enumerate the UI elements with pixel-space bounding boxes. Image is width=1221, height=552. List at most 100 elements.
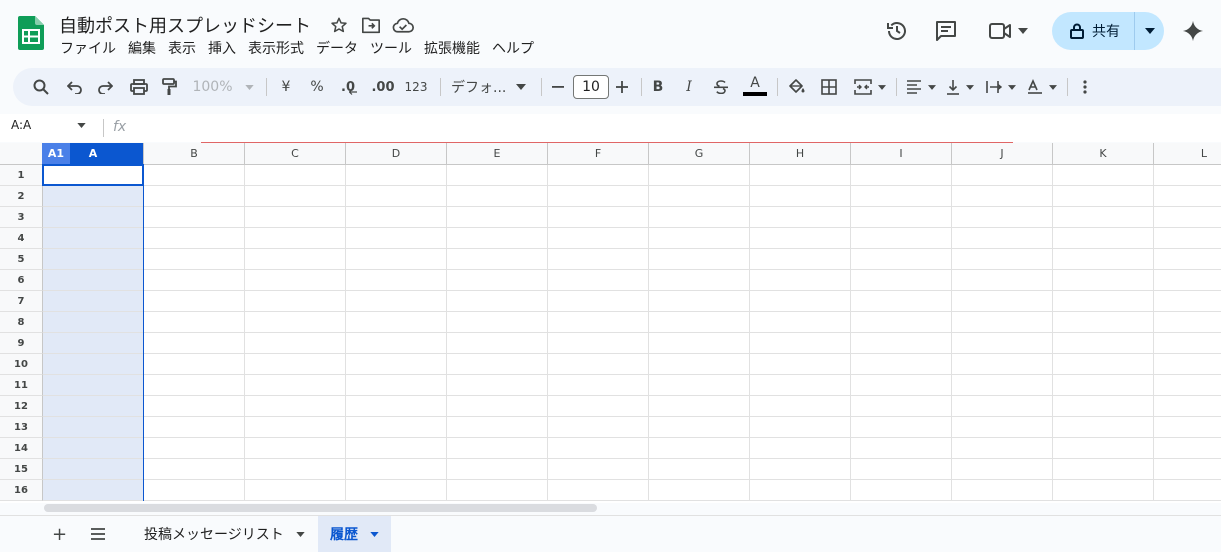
cell-f15[interactable]: [548, 459, 649, 480]
menu-help[interactable]: ヘルプ: [486, 40, 540, 58]
menu-edit[interactable]: 編集: [122, 40, 162, 58]
cell-b6[interactable]: [144, 270, 245, 291]
column-header-h[interactable]: H: [750, 143, 851, 165]
cell-e16[interactable]: [447, 480, 548, 501]
cell-f14[interactable]: [548, 438, 649, 459]
column-header-e[interactable]: E: [447, 143, 548, 165]
cell-e1[interactable]: [447, 165, 548, 186]
cell-h5[interactable]: [750, 249, 851, 270]
more-options-icon[interactable]: [1075, 68, 1095, 106]
cell-l12[interactable]: [1154, 396, 1221, 417]
cell-h12[interactable]: [750, 396, 851, 417]
cell-l14[interactable]: [1154, 438, 1221, 459]
italic-button[interactable]: I: [680, 68, 698, 106]
menu-extensions[interactable]: 拡張機能: [418, 40, 486, 58]
cell-l6[interactable]: [1154, 270, 1221, 291]
cell-k11[interactable]: [1053, 375, 1154, 396]
cell-c9[interactable]: [245, 333, 346, 354]
column-header-d[interactable]: D: [346, 143, 447, 165]
cell-h13[interactable]: [750, 417, 851, 438]
row-header-6[interactable]: 6: [0, 270, 43, 291]
cell-j8[interactable]: [952, 312, 1053, 333]
cell-c4[interactable]: [245, 228, 346, 249]
cell-e2[interactable]: [447, 186, 548, 207]
cell-j13[interactable]: [952, 417, 1053, 438]
cell-b1[interactable]: [144, 165, 245, 186]
currency-format-button[interactable]: ¥: [277, 68, 295, 106]
cell-c8[interactable]: [245, 312, 346, 333]
horizontal-scrollbar[interactable]: [44, 504, 597, 512]
cell-h4[interactable]: [750, 228, 851, 249]
cell-i6[interactable]: [851, 270, 952, 291]
cell-g8[interactable]: [649, 312, 750, 333]
cell-l15[interactable]: [1154, 459, 1221, 480]
row-header-11[interactable]: 11: [0, 375, 43, 396]
menu-file[interactable]: ファイル: [59, 40, 122, 58]
font-select[interactable]: デフォ...: [449, 68, 533, 106]
menu-view[interactable]: 表示: [162, 40, 202, 58]
cell-d1[interactable]: [346, 165, 447, 186]
cell-c2[interactable]: [245, 186, 346, 207]
paint-format-icon[interactable]: [157, 68, 181, 106]
cell-d4[interactable]: [346, 228, 447, 249]
cell-e15[interactable]: [447, 459, 548, 480]
cell-l8[interactable]: [1154, 312, 1221, 333]
cell-i16[interactable]: [851, 480, 952, 501]
cell-j4[interactable]: [952, 228, 1053, 249]
merge-cells-button[interactable]: [851, 68, 889, 106]
add-sheet-button[interactable]: +: [52, 516, 67, 552]
text-rotation-button[interactable]: [1024, 68, 1060, 106]
row-header-2[interactable]: 2: [0, 186, 43, 207]
cell-g2[interactable]: [649, 186, 750, 207]
cell-a10[interactable]: [43, 354, 144, 375]
cell-k4[interactable]: [1053, 228, 1154, 249]
cell-b15[interactable]: [144, 459, 245, 480]
cell-g7[interactable]: [649, 291, 750, 312]
cell-f3[interactable]: [548, 207, 649, 228]
cell-b4[interactable]: [144, 228, 245, 249]
increase-font-size-icon[interactable]: [613, 68, 631, 106]
cell-k10[interactable]: [1053, 354, 1154, 375]
cell-j15[interactable]: [952, 459, 1053, 480]
cell-c6[interactable]: [245, 270, 346, 291]
column-header-i[interactable]: I: [851, 143, 952, 165]
fill-color-icon[interactable]: [785, 68, 807, 106]
gemini-sparkle-icon[interactable]: [1182, 20, 1204, 46]
cell-a15[interactable]: [43, 459, 144, 480]
cell-d13[interactable]: [346, 417, 447, 438]
cell-j14[interactable]: [952, 438, 1053, 459]
cell-b12[interactable]: [144, 396, 245, 417]
comments-icon[interactable]: [934, 20, 958, 46]
cell-d8[interactable]: [346, 312, 447, 333]
cell-f6[interactable]: [548, 270, 649, 291]
cell-l16[interactable]: [1154, 480, 1221, 501]
column-header-j[interactable]: J: [952, 143, 1053, 165]
cell-a4[interactable]: [43, 228, 144, 249]
row-header-3[interactable]: 3: [0, 207, 43, 228]
cell-k12[interactable]: [1053, 396, 1154, 417]
share-button[interactable]: 共有: [1052, 12, 1164, 50]
print-icon[interactable]: [127, 68, 151, 106]
cell-j6[interactable]: [952, 270, 1053, 291]
decrease-font-size-icon[interactable]: [549, 68, 567, 106]
cell-g9[interactable]: [649, 333, 750, 354]
cell-a7[interactable]: [43, 291, 144, 312]
cell-h10[interactable]: [750, 354, 851, 375]
cell-l1[interactable]: [1154, 165, 1221, 186]
cell-h8[interactable]: [750, 312, 851, 333]
cell-f11[interactable]: [548, 375, 649, 396]
cell-k7[interactable]: [1053, 291, 1154, 312]
cell-h9[interactable]: [750, 333, 851, 354]
row-header-5[interactable]: 5: [0, 249, 43, 270]
cell-i12[interactable]: [851, 396, 952, 417]
decrease-decimal-button[interactable]: .0: [337, 68, 361, 106]
cell-b14[interactable]: [144, 438, 245, 459]
star-icon[interactable]: [328, 14, 350, 36]
cell-l11[interactable]: [1154, 375, 1221, 396]
horizontal-align-button[interactable]: [903, 68, 939, 106]
cell-i14[interactable]: [851, 438, 952, 459]
font-size-input[interactable]: 10: [573, 75, 609, 99]
cell-e6[interactable]: [447, 270, 548, 291]
cell-i10[interactable]: [851, 354, 952, 375]
cell-g1[interactable]: [649, 165, 750, 186]
